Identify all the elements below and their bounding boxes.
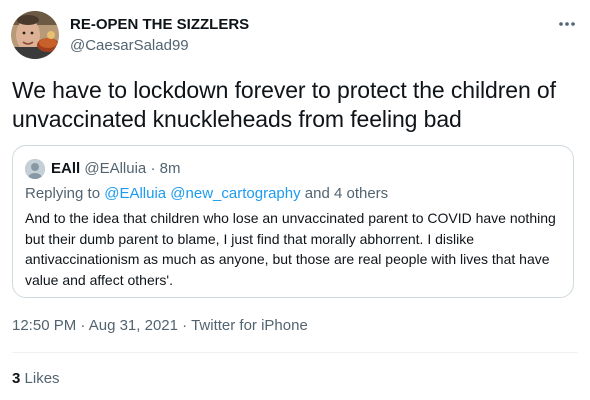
divider — [12, 352, 578, 353]
likes-stat[interactable]: 3 Likes — [12, 369, 60, 388]
author-display-name[interactable]: RE-OPEN THE SIZZLERS — [70, 15, 249, 34]
tweet-metadata: 12:50 PM · Aug 31, 2021 · Twitter for iP… — [12, 316, 308, 335]
quoted-tweet-header: EAll @EAlluia · 8m — [51, 159, 180, 178]
quoted-handle: @EAlluia — [84, 160, 147, 177]
more-horizontal-icon[interactable] — [556, 14, 578, 34]
tweet-text: We have to lockdown forever to protect t… — [12, 77, 556, 132]
avatar-photo — [11, 11, 59, 59]
quoted-separator: · — [150, 160, 156, 177]
likes-label: Likes — [24, 370, 60, 387]
replying-to-prefix: Replying to — [25, 185, 101, 202]
quoted-author-avatar — [25, 159, 45, 179]
quoted-display-name: EAll — [51, 160, 81, 177]
replying-to-suffix: and 4 others — [304, 185, 389, 202]
tweet: RE-OPEN THE SIZZLERS @CaesarSalad99 We h… — [0, 0, 590, 400]
replying-to: Replying to @EAlluia @new_cartography an… — [25, 184, 388, 203]
meta-separator: · — [80, 317, 86, 334]
author-avatar[interactable] — [11, 11, 59, 59]
likes-count: 3 — [12, 370, 21, 387]
replying-to-users-link[interactable]: @EAlluia @new_cartography — [104, 185, 300, 202]
quoted-tweet-text: And to the idea that children who lose a… — [25, 210, 556, 288]
tweet-date[interactable]: Aug 31, 2021 — [89, 317, 178, 334]
meta-separator: · — [182, 317, 188, 334]
quoted-tweet-card[interactable]: EAll @EAlluia · 8m Replying to @EAlluia … — [12, 145, 574, 298]
tweet-source[interactable]: Twitter for iPhone — [191, 317, 308, 334]
quoted-timestamp: 8m — [159, 160, 181, 177]
author-handle[interactable]: @CaesarSalad99 — [70, 36, 189, 55]
tweet-time[interactable]: 12:50 PM — [12, 317, 76, 334]
